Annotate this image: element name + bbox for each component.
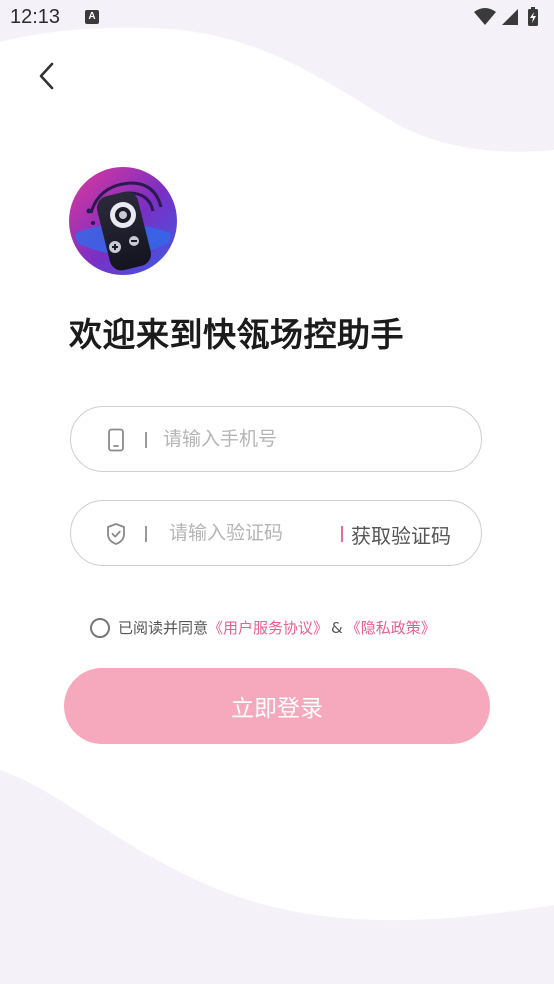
get-code-button[interactable]: 获取验证码	[341, 519, 451, 549]
phone-field-divider	[145, 432, 147, 448]
phone-icon	[108, 428, 124, 452]
battery-icon	[528, 7, 538, 26]
verification-code-field[interactable]: 获取验证码	[70, 500, 482, 566]
terms-link[interactable]: 《用户服务协议》	[208, 617, 328, 638]
status-time: 12:13	[10, 6, 61, 28]
agree-checkbox[interactable]	[90, 617, 110, 638]
phone-input[interactable]	[163, 421, 383, 457]
agreement-row: 已阅读并同意 《用户服务协议》 & 《隐私政策》	[90, 617, 436, 638]
wifi-icon	[474, 8, 496, 25]
status-bar: 12:13 A	[0, 0, 554, 36]
get-code-label: 获取验证码	[351, 523, 451, 548]
agreement-prefix: 已阅读并同意	[118, 619, 209, 637]
notification-icon: A	[85, 10, 99, 24]
welcome-title: 欢迎来到快瓴场控助手	[69, 315, 404, 354]
phone-field[interactable]	[70, 406, 482, 472]
signal-icon	[502, 9, 518, 25]
app-logo	[69, 167, 177, 275]
status-icons	[474, 7, 538, 26]
chevron-left-icon	[39, 62, 54, 90]
back-button[interactable]	[30, 58, 66, 94]
agreement-amp: &	[331, 618, 343, 637]
code-field-divider	[145, 526, 147, 542]
shield-icon	[107, 523, 125, 545]
privacy-link[interactable]: 《隐私政策》	[346, 617, 436, 638]
login-button[interactable]: 立即登录	[64, 668, 490, 744]
background-waves	[0, 0, 554, 984]
get-code-divider	[341, 526, 343, 542]
verification-code-input[interactable]	[169, 515, 329, 551]
